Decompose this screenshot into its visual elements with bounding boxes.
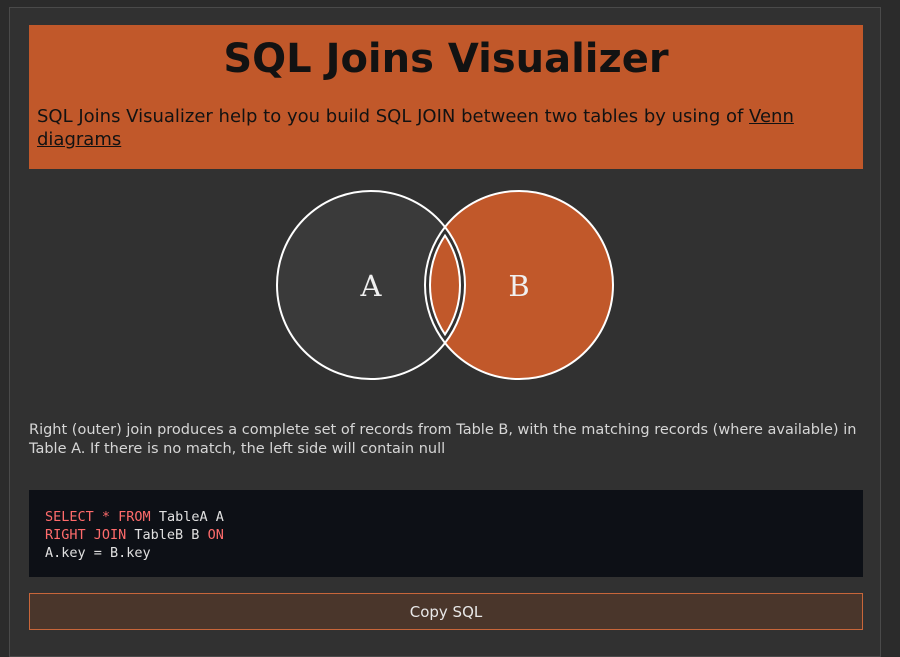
- join-description: Right (outer) join produces a complete s…: [29, 422, 857, 457]
- venn-region-intersection[interactable]: [429, 233, 461, 337]
- sql-line-2: RIGHT JOIN TableB B ON: [45, 527, 224, 543]
- copy-sql-button[interactable]: Copy SQL: [29, 593, 863, 630]
- sql-code-block: SELECT * FROM TableA A RIGHT JOIN TableB…: [29, 490, 863, 577]
- venn-diagram: A B: [276, 190, 614, 380]
- sql-line-3: A.key = B.key: [45, 545, 151, 561]
- venn-label-a: A: [360, 269, 383, 303]
- sql-line-1: SELECT * FROM TableA A: [45, 509, 224, 525]
- venn-label-b: B: [508, 269, 529, 303]
